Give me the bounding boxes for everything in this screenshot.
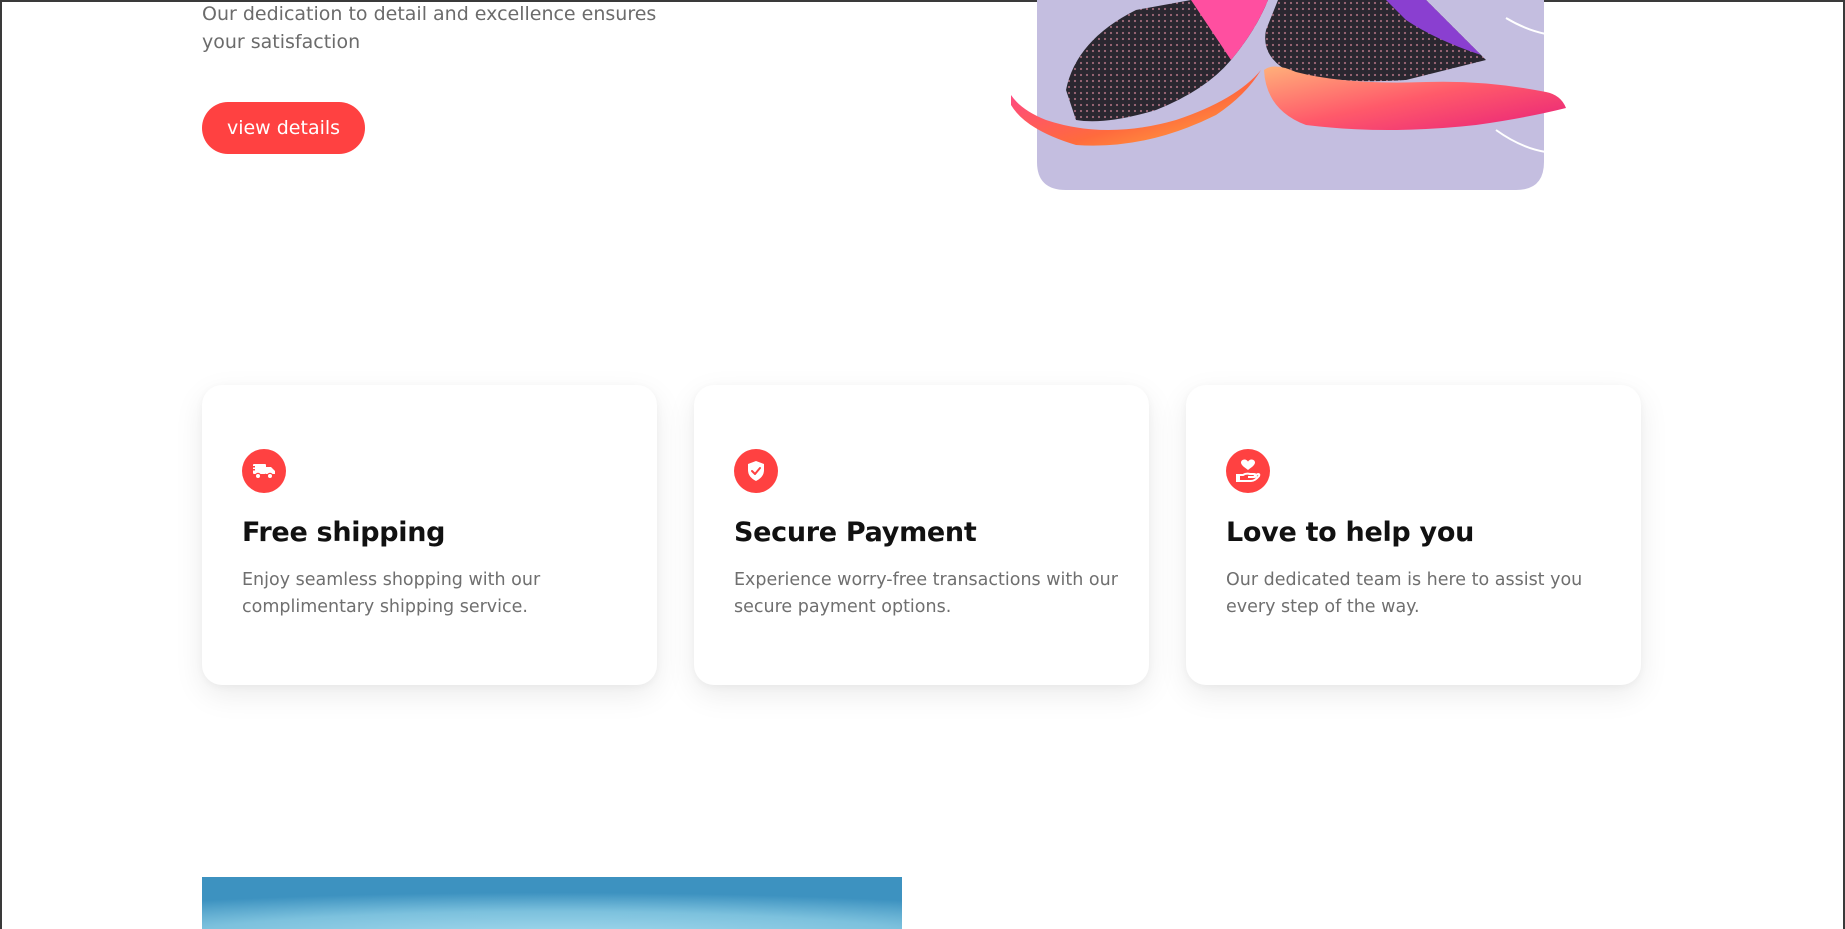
feature-card-free-shipping: Free shipping Enjoy seamless shopping wi… xyxy=(202,385,657,685)
hero-sneaker-image xyxy=(1006,0,1570,192)
hero-description: Our dedication to detail and excellence … xyxy=(202,3,657,53)
feature-card-love-to-help: Love to help you Our dedicated team is h… xyxy=(1186,385,1641,685)
feature-description: Our dedicated team is here to assist you… xyxy=(1226,570,1583,617)
bottom-sky-image xyxy=(202,877,902,929)
shield-check-icon xyxy=(734,449,778,493)
feature-card-secure-payment: Secure Payment Experience worry-free tra… xyxy=(694,385,1149,685)
features-section: Free shipping Enjoy seamless shopping wi… xyxy=(202,385,1642,685)
shipping-truck-icon xyxy=(242,449,286,493)
heart-hand-icon xyxy=(1226,449,1270,493)
feature-description: Enjoy seamless shopping with our complim… xyxy=(242,570,541,617)
feature-title: Secure Payment xyxy=(734,517,977,548)
feature-title: Free shipping xyxy=(242,517,446,548)
view-details-button[interactable]: view details xyxy=(202,102,365,154)
feature-description: Experience worry-free transactions with … xyxy=(734,570,1118,617)
sneaker-illustration xyxy=(1011,0,1566,190)
feature-title: Love to help you xyxy=(1226,517,1475,548)
